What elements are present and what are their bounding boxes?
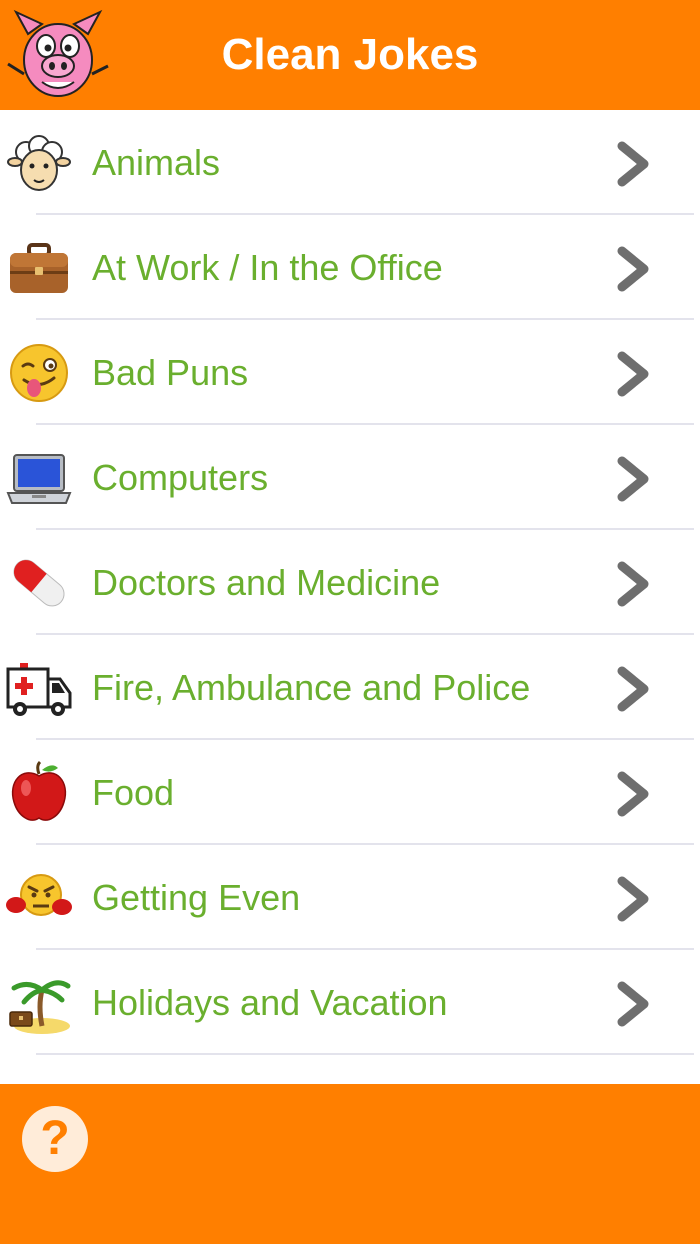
list-item-label: Computers bbox=[92, 457, 269, 498]
briefcase-icon bbox=[10, 243, 68, 293]
pill-capsule-icon bbox=[13, 559, 65, 607]
list-item-bad-puns[interactable]: Bad Puns bbox=[0, 320, 700, 425]
list-item-label: Getting Even bbox=[92, 877, 301, 918]
list-item-doctors[interactable]: Doctors and Medicine bbox=[0, 530, 700, 635]
ambulance-icon bbox=[6, 663, 72, 716]
chevron-right-icon bbox=[617, 141, 649, 187]
winking-tongue-face-icon bbox=[10, 344, 68, 402]
category-list[interactable]: Animals At Work / In the Office Bad Puns… bbox=[0, 110, 700, 1084]
laptop-icon bbox=[6, 454, 72, 504]
list-item-at-work[interactable]: At Work / In the Office bbox=[0, 215, 700, 320]
chevron-right-icon bbox=[617, 561, 649, 607]
list-item-label: Fire, Ambulance and Police bbox=[92, 667, 531, 708]
app-header: Clean Jokes bbox=[0, 0, 700, 110]
list-item-emergency[interactable]: Fire, Ambulance and Police bbox=[0, 635, 700, 740]
bottom-toolbar: ? bbox=[0, 1084, 700, 1244]
list-item-label: Animals bbox=[92, 142, 221, 183]
list-item-food[interactable]: Food bbox=[0, 740, 700, 845]
list-item-getting-even[interactable]: Getting Even bbox=[0, 845, 700, 950]
angry-boxer-face-icon bbox=[6, 874, 72, 916]
chevron-right-icon bbox=[617, 351, 649, 397]
list-item-label: At Work / In the Office bbox=[92, 247, 443, 288]
chevron-right-icon bbox=[617, 246, 649, 292]
apple-icon bbox=[11, 760, 67, 821]
sheep-icon bbox=[7, 135, 71, 191]
list-item-label: Food bbox=[92, 772, 175, 813]
list-item-partial[interactable] bbox=[0, 1055, 700, 1084]
list-item-label: Holidays and Vacation bbox=[92, 982, 448, 1023]
chevron-right-icon bbox=[617, 666, 649, 712]
chevron-right-icon bbox=[617, 456, 649, 502]
chevron-right-icon bbox=[617, 771, 649, 817]
list-item-holidays[interactable]: Holidays and Vacation bbox=[0, 950, 700, 1055]
chevron-right-icon bbox=[617, 876, 649, 922]
list-item-label: Doctors and Medicine bbox=[92, 562, 441, 603]
palm-tree-island-icon bbox=[9, 980, 71, 1034]
page-title: Clean Jokes bbox=[221, 30, 479, 79]
chevron-right-icon bbox=[617, 981, 649, 1027]
list-item-label: Bad Puns bbox=[92, 352, 249, 393]
list-item-animals[interactable]: Animals bbox=[0, 110, 700, 215]
help-button[interactable]: ? bbox=[22, 1106, 88, 1172]
list-item-computers[interactable]: Computers bbox=[0, 425, 700, 530]
